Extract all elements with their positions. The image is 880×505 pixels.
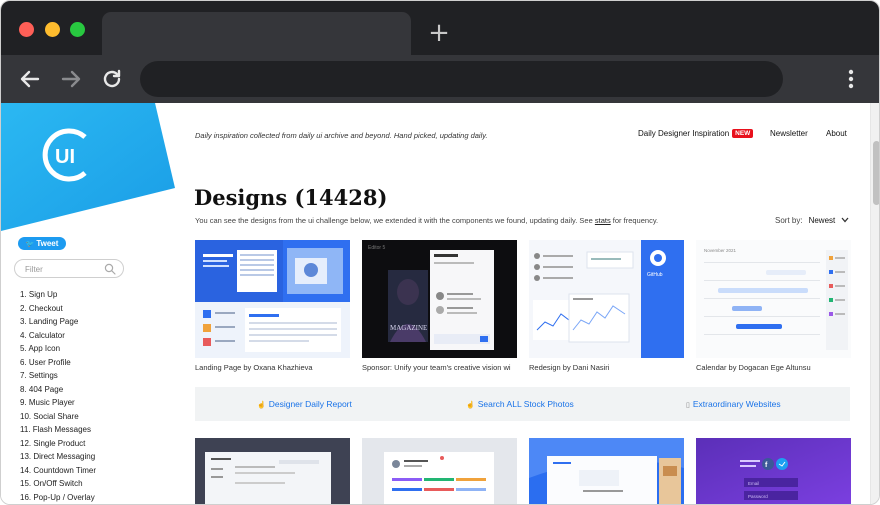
new-tab-button[interactable]: + xyxy=(427,19,451,47)
challenge-item[interactable]: 2. Checkout xyxy=(20,302,96,316)
hand-pointer-icon: ☝ xyxy=(257,402,266,409)
nav-about[interactable]: About xyxy=(826,129,847,138)
design-thumbnail xyxy=(195,438,350,504)
forward-button[interactable] xyxy=(59,67,83,91)
design-card[interactable]: GitHub xyxy=(529,240,684,358)
challenge-item[interactable]: 13. Direct Messaging xyxy=(20,450,96,464)
browser-menu-button[interactable] xyxy=(841,67,861,91)
design-thumbnail xyxy=(529,438,684,504)
challenge-item[interactable]: 10. Social Share xyxy=(20,410,96,424)
more-vert-icon xyxy=(848,69,854,89)
nav-daily-inspiration-label: Daily Designer Inspiration xyxy=(638,129,730,138)
stats-link[interactable]: stats xyxy=(595,216,611,225)
sort-value: Newest xyxy=(808,216,836,225)
challenge-item[interactable]: 4. Calculator xyxy=(20,329,96,343)
design-card[interactable] xyxy=(362,438,517,504)
design-card-caption[interactable]: Calendar by Dogacan Ege Altunsu xyxy=(696,363,851,372)
active-tab[interactable] xyxy=(102,12,411,55)
challenge-item[interactable]: 16. Pop-Up / Overlay xyxy=(20,491,96,505)
resource-links-bar: ☝ Designer Daily Report ☝ Search ALL Stock… xyxy=(195,387,850,421)
design-thumbnail: GitHub xyxy=(529,240,684,358)
design-card[interactable]: f Email Password xyxy=(696,438,851,504)
design-thumbnail: f Email Password xyxy=(696,438,851,504)
minimize-window-button[interactable] xyxy=(45,22,60,37)
challenge-item[interactable]: 6. User Profile xyxy=(20,356,96,370)
thumb-social-password: Password xyxy=(748,494,768,499)
page-title: Designs (14428) xyxy=(194,185,388,210)
close-window-button[interactable] xyxy=(19,22,34,37)
thumb-editor-text: Editor 5 xyxy=(368,245,385,251)
address-bar[interactable] xyxy=(140,61,783,97)
design-thumbnail: Editor 5 MAGAZINE xyxy=(362,240,517,358)
chevron-down-icon xyxy=(841,217,848,223)
main-content: Daily inspiration collected from daily u… xyxy=(181,103,870,504)
nav-daily-inspiration[interactable]: Daily Designer Inspiration NEW xyxy=(638,129,754,138)
search-stock-photos-link[interactable]: ☝ Search ALL Stock Photos xyxy=(466,399,574,409)
filter-input[interactable] xyxy=(25,263,105,275)
arrow-left-icon xyxy=(20,70,40,88)
page-scrollbar[interactable] xyxy=(870,103,879,504)
browser-toolbar xyxy=(1,55,879,103)
design-card[interactable] xyxy=(195,240,350,358)
designer-daily-report-link[interactable]: ☝ Designer Daily Report xyxy=(257,399,352,409)
hand-pointer-icon: ☝ xyxy=(466,402,475,409)
browser-window: + UI 🐦 Tweet Filter 1. Sign Up 2. Checko… xyxy=(0,0,880,505)
maximize-window-button[interactable] xyxy=(70,22,85,37)
subtitle-text: You can see the designs from the ui chal… xyxy=(195,216,593,225)
reload-icon xyxy=(103,69,121,88)
frame-icon: ▯ xyxy=(686,402,690,409)
design-thumbnail: November 2021 xyxy=(696,240,851,358)
thumb-magazine-text: MAGAZINE xyxy=(390,324,427,332)
designer-daily-report-label: Designer Daily Report xyxy=(268,399,352,409)
page-viewport: UI 🐦Tweet 1. Sign Up 2. Checkout 3. Land… xyxy=(1,103,870,504)
design-thumbnail xyxy=(362,438,517,504)
svg-text:UI: UI xyxy=(55,146,75,168)
design-card[interactable]: November 2021 xyxy=(696,240,851,358)
sort-control[interactable]: Sort by: Newest xyxy=(775,216,849,225)
twitter-bird-icon: 🐦 xyxy=(25,241,35,248)
thumb-calendar-month: November 2021 xyxy=(704,248,737,253)
new-badge: NEW xyxy=(732,129,754,138)
extraordinary-websites-link[interactable]: ▯ Extraordinary Websites xyxy=(686,399,781,409)
search-stock-photos-label: Search ALL Stock Photos xyxy=(477,399,574,409)
design-card-caption[interactable]: Sponsor: Unify your team's creative visi… xyxy=(362,363,517,372)
challenge-list: 1. Sign Up 2. Checkout 3. Landing Page 4… xyxy=(20,288,96,504)
design-card[interactable] xyxy=(529,438,684,504)
sidebar: UI 🐦Tweet 1. Sign Up 2. Checkout 3. Land… xyxy=(1,103,181,504)
back-button[interactable] xyxy=(18,67,42,91)
challenge-item[interactable]: 5. App Icon xyxy=(20,342,96,356)
arrow-right-icon xyxy=(61,70,81,88)
design-card-caption[interactable]: Landing Page by Oxana Khazhieva xyxy=(195,363,350,372)
extraordinary-websites-label: Extraordinary Websites xyxy=(692,399,781,409)
challenge-item[interactable]: 3. Landing Page xyxy=(20,315,96,329)
challenge-item[interactable]: 15. On/Off Switch xyxy=(20,477,96,491)
challenge-item[interactable]: 8. 404 Page xyxy=(20,383,96,397)
design-thumbnail xyxy=(195,240,350,358)
search-icon[interactable] xyxy=(104,263,116,275)
subtitle-text-end: for frequency. xyxy=(612,216,659,225)
design-card[interactable]: Editor 5 MAGAZINE xyxy=(362,240,517,358)
challenge-item[interactable]: 11. Flash Messages xyxy=(20,423,96,437)
tab-strip: + xyxy=(1,1,879,55)
ui-logo-icon[interactable]: UI xyxy=(37,125,97,185)
challenge-item[interactable]: 14. Countdown Timer xyxy=(20,464,96,478)
site-tagline: Daily inspiration collected from daily u… xyxy=(195,131,488,140)
challenge-item[interactable]: 7. Settings xyxy=(20,369,96,383)
design-card[interactable] xyxy=(195,438,350,504)
scrollbar-thumb[interactable] xyxy=(873,141,879,205)
thumb-github-text: GitHub xyxy=(647,272,663,278)
page-subtitle: You can see the designs from the ui chal… xyxy=(195,216,658,225)
nav-newsletter[interactable]: Newsletter xyxy=(770,129,808,138)
thumb-social-email: Email xyxy=(748,481,759,486)
challenge-item[interactable]: 1. Sign Up xyxy=(20,288,96,302)
design-card-caption[interactable]: Redesign by Dani Nasiri xyxy=(529,363,684,372)
sort-label: Sort by: xyxy=(775,216,803,225)
filter-field[interactable] xyxy=(14,259,124,278)
challenge-item[interactable]: 9. Music Player xyxy=(20,396,96,410)
tweet-button[interactable]: 🐦 Tweet xyxy=(18,237,66,250)
tweet-label: Tweet xyxy=(36,239,59,248)
challenge-item[interactable]: 12. Single Product xyxy=(20,437,96,451)
reload-button[interactable] xyxy=(100,67,124,91)
